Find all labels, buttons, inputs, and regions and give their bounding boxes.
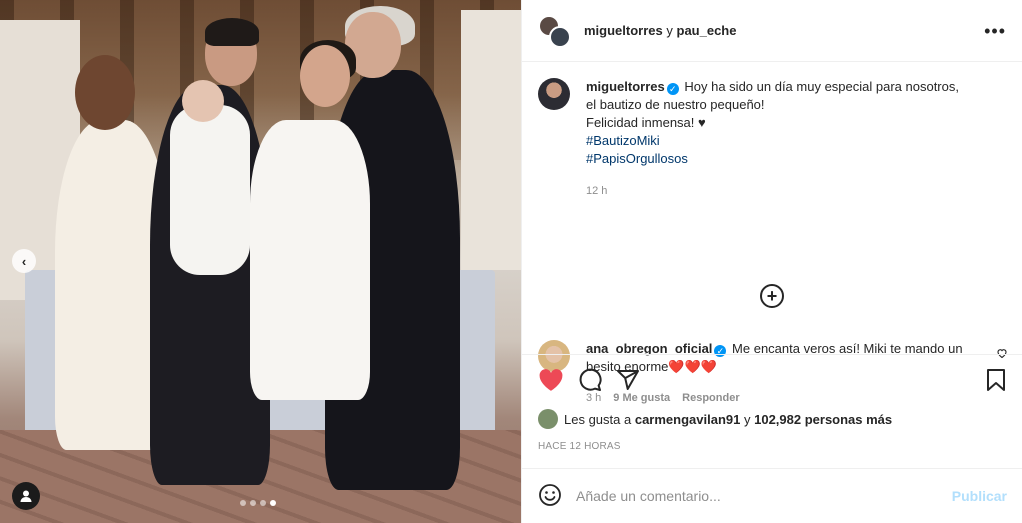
- ellipsis-icon: •••: [984, 20, 1006, 41]
- photo-person: [75, 55, 135, 130]
- caption-text: el bautizo de nuestro pequeño!: [586, 97, 765, 112]
- bookmark-icon: [987, 368, 1005, 391]
- post-caption: migueltorres ✓ Hoy ha sido un día muy esp…: [538, 78, 1006, 200]
- likes-connector: y: [743, 411, 751, 427]
- post-panel: migueltorres y pau_eche ••• migueltorres…: [521, 0, 1022, 523]
- carousel-dot: [250, 500, 256, 506]
- post-authors: migueltorres y pau_eche: [584, 23, 736, 38]
- post-actions: Les gusta a carmengavilan91 y 102,982 pe…: [522, 354, 1022, 452]
- likes-summary: Les gusta a carmengavilan91 y 102,982 pe…: [538, 409, 1007, 429]
- carousel-dot: [240, 500, 246, 506]
- carousel-indicator: [240, 500, 276, 506]
- photo-person: [300, 45, 350, 107]
- heart-filled-icon: [539, 368, 563, 391]
- likes-count[interactable]: 102,982 personas más: [754, 412, 892, 427]
- photo-person: [170, 105, 250, 275]
- hashtag-link[interactable]: #PapisOrgullosos: [586, 150, 959, 168]
- caption-body: migueltorres ✓ Hoy ha sido un día muy esp…: [586, 78, 959, 200]
- tagged-users-button[interactable]: [12, 482, 40, 510]
- action-bar: [538, 367, 1007, 395]
- like-button[interactable]: [538, 368, 564, 395]
- carousel-dot: [260, 500, 266, 506]
- save-button[interactable]: [985, 368, 1007, 395]
- avatar[interactable]: [538, 78, 570, 110]
- caption-time: 12 h: [586, 185, 608, 197]
- author-link[interactable]: pau_eche: [677, 23, 737, 38]
- caption-username[interactable]: migueltorres: [586, 79, 665, 94]
- comments-section: migueltorres ✓ Hoy ha sido un día muy esp…: [522, 62, 1022, 404]
- author-link[interactable]: migueltorres: [584, 23, 663, 38]
- publish-button[interactable]: Publicar: [952, 488, 1007, 504]
- share-button[interactable]: [616, 368, 640, 395]
- hashtag-link[interactable]: #BautizoMiki: [586, 132, 959, 150]
- chevron-left-icon: ‹: [21, 253, 27, 269]
- photo-person: [182, 80, 224, 122]
- avatar: [549, 25, 571, 48]
- post-header: migueltorres y pau_eche •••: [522, 0, 1022, 62]
- photo-scene: [461, 10, 521, 270]
- verified-badge-icon: ✓: [666, 83, 679, 95]
- emoji-button[interactable]: [538, 483, 562, 510]
- more-options-button[interactable]: •••: [984, 22, 1006, 40]
- photo-person: [205, 18, 259, 46]
- add-comment-bar: Añade un comentario... Publicar: [522, 468, 1022, 523]
- likes-prefix: Les gusta a: [564, 411, 632, 427]
- collab-avatars[interactable]: [538, 14, 571, 48]
- emoji-icon: [539, 483, 561, 506]
- previous-slide-button[interactable]: ‹: [12, 249, 36, 273]
- user-icon: [20, 490, 32, 502]
- avatar[interactable]: [538, 409, 558, 429]
- liker-username[interactable]: carmengavilan91: [635, 412, 741, 427]
- comment-button[interactable]: [578, 368, 602, 395]
- post-timestamp: HACE 12 HORAS: [538, 441, 621, 452]
- comment-input[interactable]: Añade un comentario...: [576, 488, 952, 504]
- author-connector: y: [666, 23, 673, 38]
- post-photo[interactable]: ‹: [0, 0, 521, 523]
- plus-circle-icon: +: [766, 286, 778, 306]
- caption-text: Hoy ha sido un día muy especial para nos…: [684, 79, 959, 94]
- caption-text: Felicidad inmensa! ♥: [586, 115, 706, 130]
- comment-icon: [579, 368, 602, 391]
- load-more-comments-button[interactable]: +: [760, 284, 784, 308]
- carousel-dot-active: [270, 500, 276, 506]
- photo-person: [250, 120, 370, 400]
- share-icon: [617, 369, 639, 390]
